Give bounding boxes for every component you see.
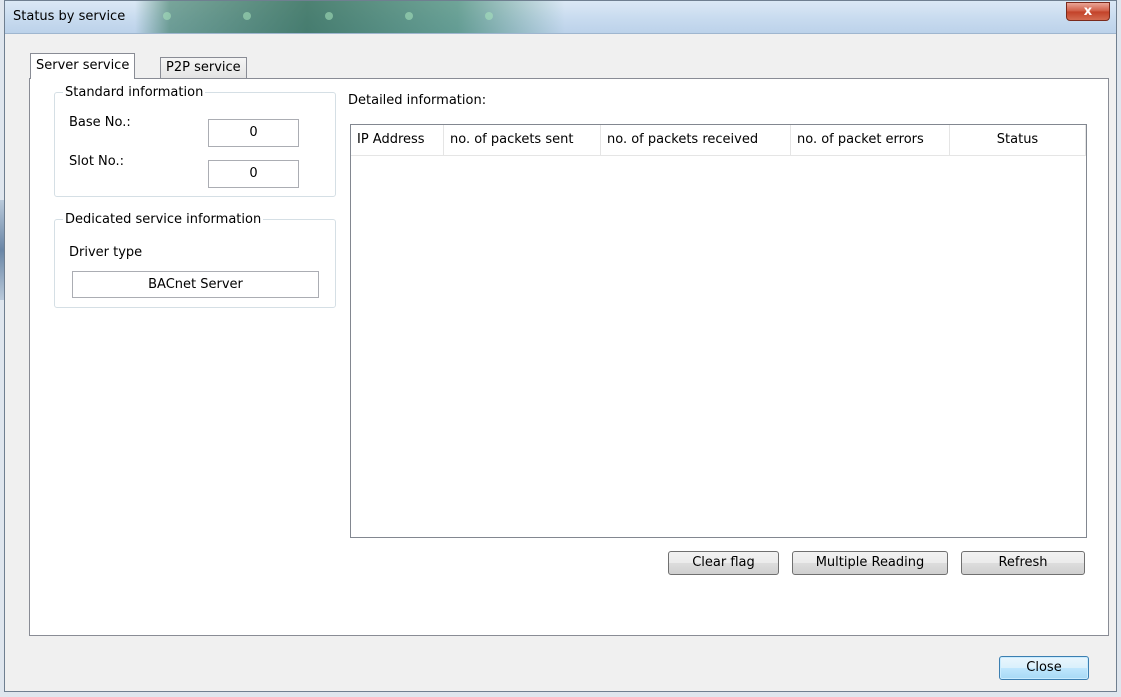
slot-no-field[interactable]: 0 [208, 160, 299, 188]
close-window-icon[interactable]: x [1066, 2, 1110, 21]
driver-type-field: BACnet Server [72, 271, 319, 298]
server-service-panel: Standard information Base No.: 0 Slot No… [29, 78, 1109, 636]
list-header: IP Address no. of packets sent no. of pa… [351, 125, 1086, 156]
column-ip-address[interactable]: IP Address [351, 125, 444, 155]
column-packet-errors[interactable]: no. of packet errors [791, 125, 950, 155]
title-bar-decoration [135, 1, 565, 33]
base-no-label: Base No.: [69, 115, 131, 130]
refresh-button[interactable]: Refresh [961, 551, 1085, 575]
tab-server-service[interactable]: Server service [30, 53, 136, 79]
multiple-reading-button[interactable]: Multiple Reading [792, 551, 948, 575]
clear-flag-button[interactable]: Clear flag [668, 551, 779, 575]
driver-type-label: Driver type [69, 245, 143, 260]
column-packets-received[interactable]: no. of packets received [601, 125, 791, 155]
title-bar[interactable]: Status by service x [5, 1, 1116, 34]
standard-information-legend: Standard information [65, 85, 204, 100]
detailed-information-list[interactable]: IP Address no. of packets sent no. of pa… [350, 124, 1087, 538]
base-no-field[interactable]: 0 [208, 119, 299, 147]
dialog-client-area: Server service P2P service Standard info… [11, 38, 1110, 685]
slot-no-label: Slot No.: [69, 154, 125, 169]
column-status[interactable]: Status [950, 125, 1086, 155]
status-by-service-dialog: Status by service x Server service P2P s… [4, 0, 1117, 692]
tab-p2p-service[interactable]: P2P service [160, 57, 247, 79]
close-button[interactable]: Close [999, 656, 1089, 680]
detailed-information-label: Detailed information: [348, 93, 487, 108]
window-title: Status by service [13, 9, 126, 24]
column-packets-sent[interactable]: no. of packets sent [444, 125, 601, 155]
dedicated-service-information-legend: Dedicated service information [65, 212, 262, 227]
